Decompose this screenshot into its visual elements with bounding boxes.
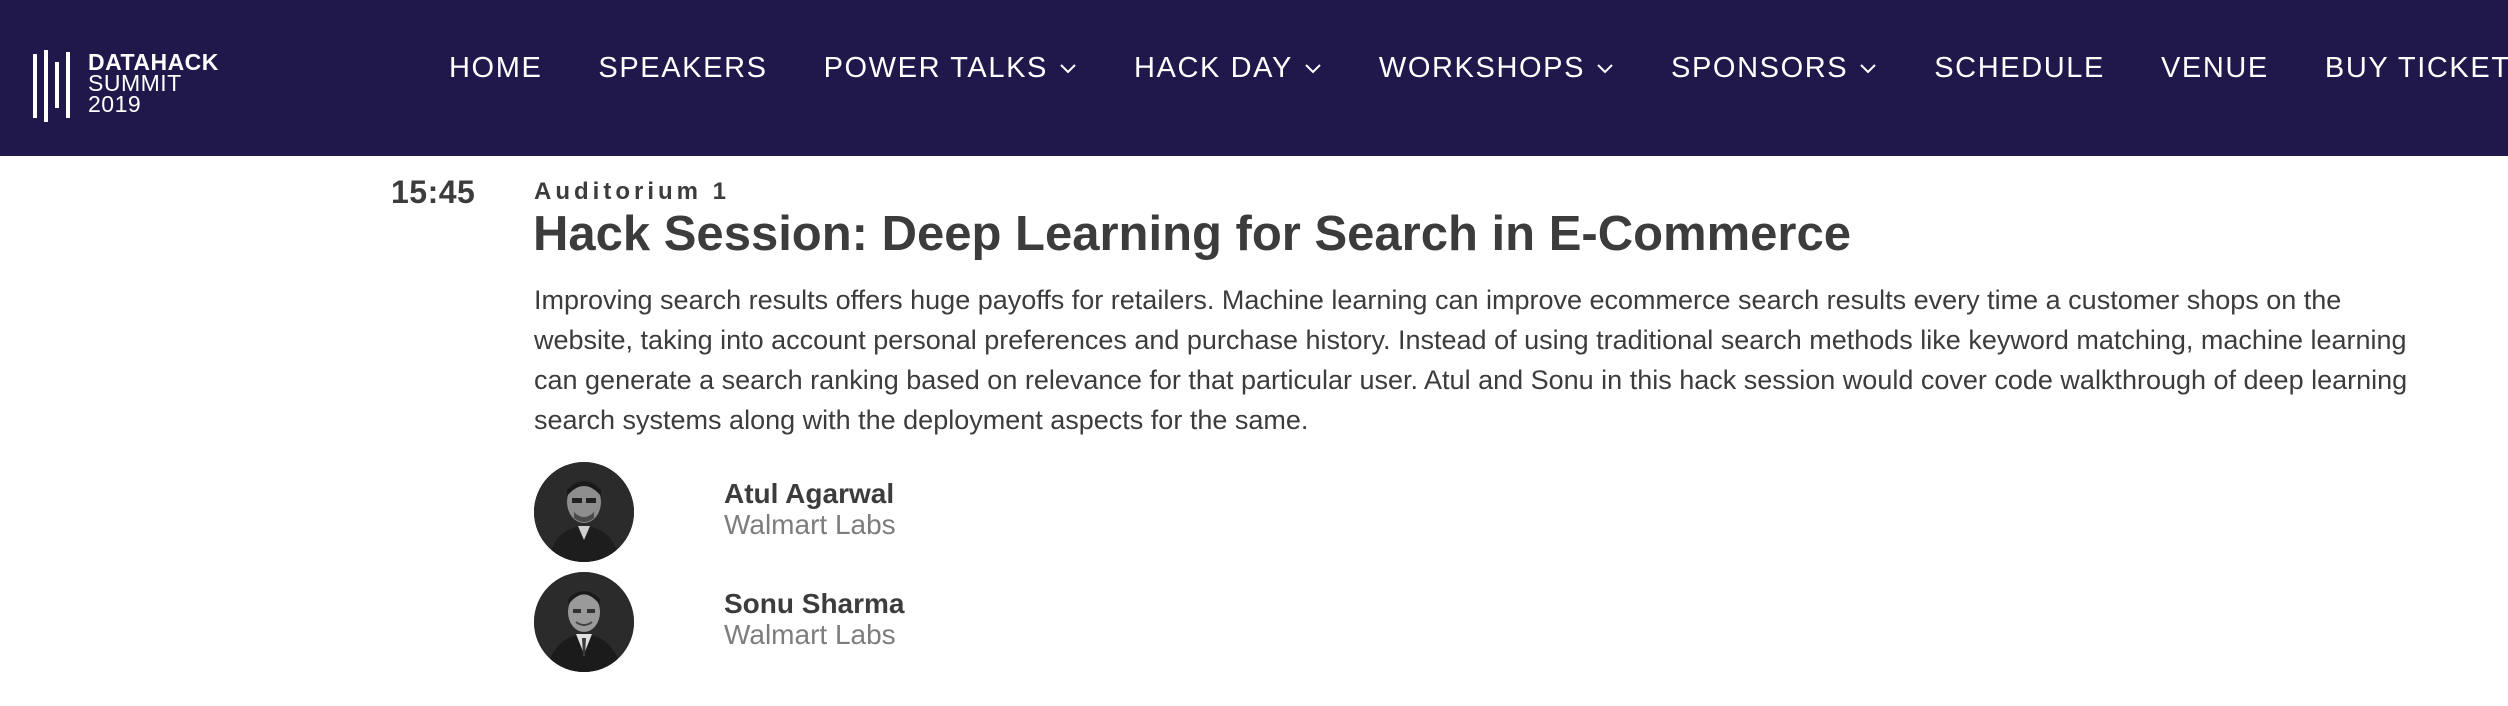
nav-item-home[interactable]: HOME — [449, 52, 542, 85]
speaker-name[interactable]: Sonu Sharma — [724, 588, 904, 620]
session-title: Hack Session: Deep Learning for Search i… — [533, 207, 1851, 261]
logo-line-year: 2019 — [88, 91, 142, 117]
session-time: 15:45 — [391, 174, 476, 210]
nav-item-label: VENUE — [2160, 51, 2269, 84]
speaker-card-sonu-sharma[interactable]: Sonu Sharma Walmart Labs — [534, 572, 1234, 672]
speaker-org: Walmart Labs — [724, 509, 896, 540]
nav-item-label: BUY TICKETS — [2324, 51, 2508, 84]
datahack-logo-icon — [33, 50, 70, 122]
person-photo-icon — [534, 572, 634, 672]
chevron-down-icon — [1597, 64, 1613, 74]
nav-item-label: HOME — [449, 51, 543, 84]
top-navbar: DATAHACK SUMMIT 2019 HOME SPEAKERS POWER… — [0, 0, 2508, 156]
nav-item-sponsors[interactable]: SPONSORS — [1671, 52, 1878, 85]
nav-item-label: SCHEDULE — [1934, 51, 2105, 84]
nav-item-schedule[interactable]: SCHEDULE — [1934, 52, 2105, 85]
nav-item-label: HACK DAY — [1133, 51, 1293, 84]
speaker-avatar[interactable] — [534, 462, 634, 562]
chevron-down-icon — [1860, 64, 1876, 74]
site-logo[interactable]: DATAHACK SUMMIT 2019 — [33, 50, 253, 122]
nav-item-label: POWER TALKS — [823, 51, 1048, 84]
logo-wordmark: DATAHACK SUMMIT 2019 — [88, 51, 219, 117]
nav-item-speakers[interactable]: SPEAKERS — [598, 52, 767, 85]
speaker-avatar[interactable] — [534, 572, 634, 672]
nav-item-hack-day[interactable]: HACK DAY — [1134, 52, 1323, 85]
nav-item-label: SPEAKERS — [598, 51, 768, 84]
session-room: Auditorium 1 — [534, 178, 730, 205]
chevron-down-icon — [1060, 64, 1076, 74]
nav-item-workshops[interactable]: WORKSHOPS — [1379, 52, 1615, 85]
speaker-org: Walmart Labs — [724, 619, 896, 650]
speaker-card-atul-agarwal[interactable]: Atul Agarwal Walmart Labs — [534, 462, 1234, 562]
speaker-name[interactable]: Atul Agarwal — [724, 478, 894, 510]
nav-item-venue[interactable]: VENUE — [2161, 52, 2269, 85]
session-description: Improving search results offers huge pay… — [534, 285, 2408, 435]
nav-item-label: SPONSORS — [1671, 51, 1849, 84]
nav-item-power-talks[interactable]: POWER TALKS — [824, 52, 1078, 85]
chevron-down-icon — [1305, 64, 1321, 74]
main-nav: HOME SPEAKERS POWER TALKS HACK DAY WORKS… — [449, 0, 2508, 136]
person-photo-icon — [534, 462, 634, 562]
nav-item-label: WORKSHOPS — [1378, 51, 1586, 84]
session-content: 15:45 Auditorium 1 Hack Session: Deep Le… — [0, 156, 2508, 706]
nav-item-buy-tickets[interactable]: BUY TICKETS — [2325, 52, 2508, 85]
